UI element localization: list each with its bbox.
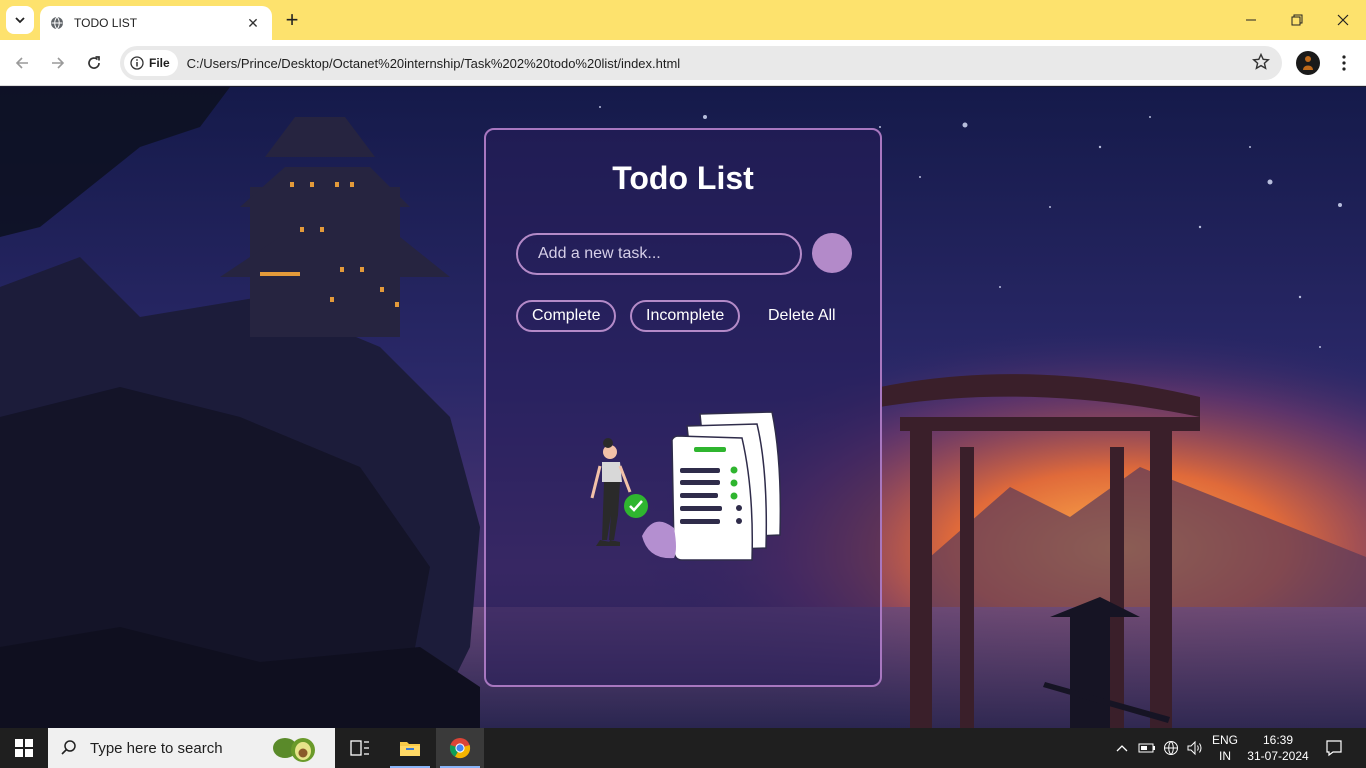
restore-icon (1291, 14, 1303, 26)
bookmark-star-icon[interactable] (1252, 52, 1270, 76)
back-button[interactable] (9, 50, 35, 76)
page-viewport: Todo List Complete Incomplete Delete All (0, 87, 1366, 728)
filter-complete-button[interactable]: Complete (516, 300, 617, 332)
empty-list-illustration (590, 411, 782, 561)
site-info-chip[interactable]: File (124, 50, 178, 76)
network-button[interactable] (1160, 728, 1182, 768)
clock[interactable]: 16:39 31-07-2024 (1244, 728, 1312, 768)
clock-date: 31-07-2024 (1247, 749, 1309, 763)
windows-taskbar: Type here to search ENG IN 16:39 31-07-2… (0, 728, 1366, 768)
tab-search-button[interactable] (6, 6, 34, 34)
show-hidden-icons-button[interactable] (1112, 728, 1132, 768)
windows-logo-icon (15, 739, 33, 757)
browser-menu-button[interactable] (1334, 52, 1354, 74)
tab-close-icon[interactable]: ✕ (244, 15, 262, 32)
info-icon (130, 56, 144, 70)
task-input[interactable] (516, 233, 802, 275)
forward-button[interactable] (45, 50, 71, 76)
close-window-button[interactable] (1320, 0, 1366, 40)
person-icon (1303, 56, 1313, 70)
speaker-icon (1187, 740, 1202, 756)
taskbar-search-box[interactable]: Type here to search (48, 728, 335, 768)
url-text[interactable]: C:/Users/Prince/Desktop/Octanet%20intern… (187, 56, 681, 71)
chevron-down-icon (15, 17, 25, 24)
start-button[interactable] (0, 728, 48, 768)
arrow-right-icon (52, 57, 65, 69)
file-explorer-button[interactable] (386, 728, 434, 768)
more-vertical-icon (1342, 55, 1346, 71)
chrome-taskbar-button[interactable] (436, 728, 484, 768)
region-code: IN (1218, 749, 1231, 763)
browser-tab[interactable]: TODO LIST ✕ (40, 6, 272, 40)
todo-card: Todo List Complete Incomplete Delete All (484, 128, 882, 687)
filter-incomplete-button[interactable]: Incomplete (630, 300, 741, 332)
task-view-button[interactable] (336, 728, 384, 768)
reload-icon (88, 56, 100, 69)
browser-toolbar: File C:/Users/Prince/Desktop/Octanet%20i… (0, 40, 1366, 86)
browser-titlebar: TODO LIST ✕ + (0, 0, 1366, 40)
search-placeholder: Type here to search (90, 739, 223, 757)
add-task-button[interactable] (812, 233, 852, 273)
battery-icon (1138, 743, 1155, 753)
battery-button[interactable] (1136, 728, 1158, 768)
close-icon (1337, 14, 1349, 26)
file-chip-label: File (149, 56, 170, 70)
restore-button[interactable] (1274, 0, 1320, 40)
tab-title: TODO LIST (74, 16, 138, 30)
globe-network-icon (1164, 741, 1178, 755)
profile-avatar[interactable] (1296, 51, 1320, 75)
language-indicator[interactable]: ENG IN (1208, 728, 1242, 768)
new-tab-button[interactable]: + (280, 8, 304, 32)
globe-icon (50, 16, 64, 30)
avocado-search-highlight-icon (273, 738, 315, 762)
search-icon (61, 740, 76, 755)
notification-icon (1326, 740, 1342, 757)
chevron-up-icon (1116, 745, 1128, 752)
reload-button[interactable] (81, 50, 107, 76)
delete-all-button[interactable]: Delete All (760, 300, 844, 332)
arrow-left-icon (15, 57, 28, 69)
folder-icon (400, 742, 420, 756)
address-bar[interactable]: File C:/Users/Prince/Desktop/Octanet%20i… (120, 46, 1282, 80)
action-center-button[interactable] (1318, 728, 1350, 768)
minimize-icon (1246, 19, 1256, 21)
clock-time: 16:39 (1262, 733, 1293, 747)
volume-button[interactable] (1184, 728, 1206, 768)
chrome-icon (449, 738, 471, 759)
task-view-icon (350, 740, 369, 756)
page-title: Todo List (612, 160, 754, 196)
minimize-button[interactable] (1228, 0, 1274, 40)
language-code: ENG (1211, 733, 1238, 747)
